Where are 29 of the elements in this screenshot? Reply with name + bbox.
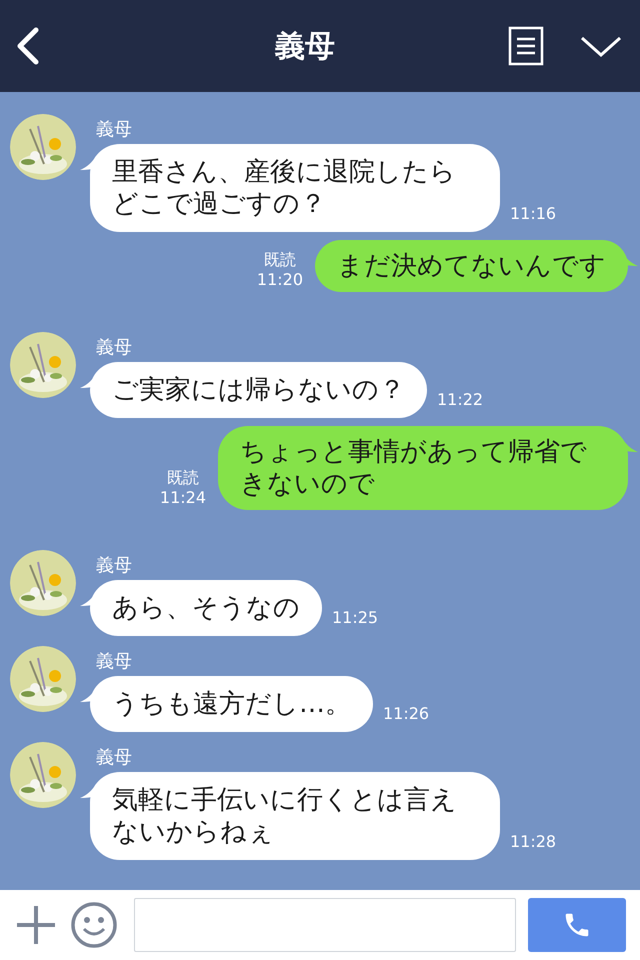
chat-title: 義母 — [275, 28, 335, 66]
sender-name: 義母 — [96, 118, 133, 142]
message-bubble: 気軽に手伝いに行くとは言えないからねぇ — [90, 772, 500, 860]
message-time: 11:28 — [510, 831, 556, 853]
message-time: 11:24 — [160, 488, 206, 508]
chevron-down-icon[interactable] — [580, 34, 622, 58]
message-bubble: ちょっと事情があって帰省できないので — [218, 426, 628, 510]
message-time: 11:20 — [256, 270, 303, 290]
message-time: 11:26 — [383, 703, 430, 725]
message-bubble: うちも遠方だし…。 — [90, 676, 373, 732]
smiley-icon[interactable] — [70, 901, 118, 949]
message-bubble: 里香さん、産後に退院したらどこで過ごすの？ — [90, 144, 500, 232]
read-receipt: 既読 — [264, 250, 296, 270]
bubble-tail — [622, 438, 638, 452]
message-time: 11:22 — [437, 389, 484, 411]
message-input[interactable] — [134, 898, 516, 952]
sender-name: 義母 — [96, 554, 133, 578]
plus-icon[interactable] — [14, 903, 58, 947]
message-bubble: まだ決めてないんです — [315, 240, 628, 292]
sender-name: 義母 — [96, 336, 133, 360]
sender-name: 義母 — [96, 746, 133, 770]
sender-name: 義母 — [96, 650, 133, 674]
message-time: 11:25 — [332, 607, 378, 629]
menu-icon[interactable] — [508, 26, 544, 66]
call-button[interactable] — [528, 898, 626, 952]
message-bubble: あら、そうなの — [90, 580, 322, 636]
message-bubble: ご実家には帰らないの？ — [90, 362, 427, 418]
read-receipt: 既読 — [166, 468, 199, 488]
message-time: 11:16 — [510, 203, 556, 225]
